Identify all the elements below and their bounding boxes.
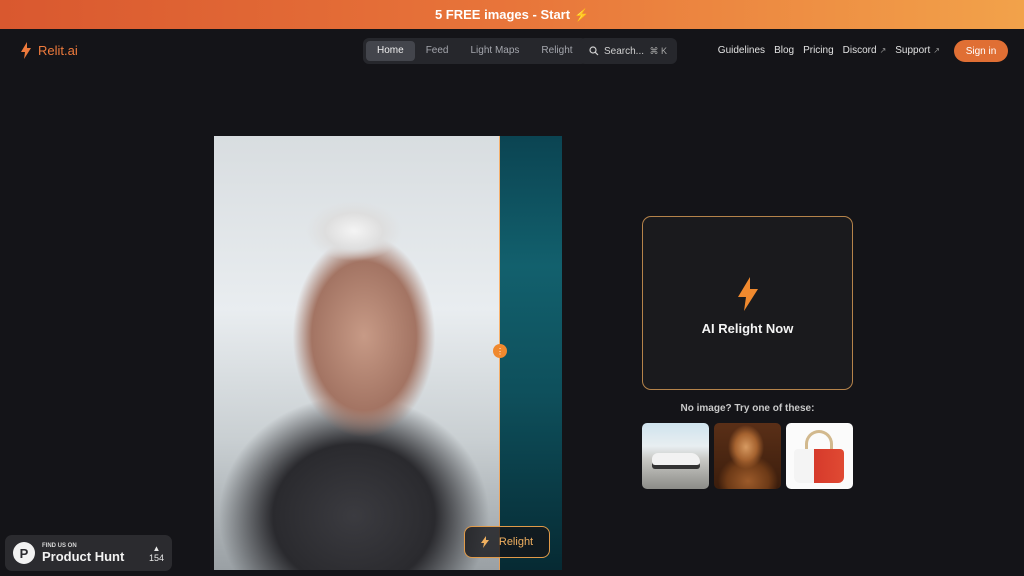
ph-big-text: Product Hunt xyxy=(42,548,125,564)
promo-text: 5 FREE images - Start xyxy=(434,7,571,22)
original-image xyxy=(214,136,500,570)
product-hunt-icon: P xyxy=(13,542,35,564)
tab-home[interactable]: Home xyxy=(366,41,415,61)
sample-handbag[interactable] xyxy=(786,423,853,489)
slider-handle[interactable]: ⋮ xyxy=(493,344,507,358)
search-icon xyxy=(589,46,599,56)
external-link-icon: ↗ xyxy=(879,46,887,55)
external-link-icon: ↗ xyxy=(933,46,940,55)
sample-images xyxy=(642,423,853,489)
logo[interactable]: Relit.ai xyxy=(20,42,78,59)
relit-image xyxy=(500,136,562,570)
bolt-icon xyxy=(480,536,489,548)
vote-number: 154 xyxy=(148,552,164,563)
samples-title: No image? Try one of these: xyxy=(680,403,815,414)
ai-relight-card[interactable]: AI Relight Now xyxy=(642,216,853,390)
search-placeholder: Search... xyxy=(604,45,645,57)
sign-in-button[interactable]: Sign in xyxy=(954,40,1008,62)
bolt-icon: ⚡ xyxy=(574,7,590,22)
link-pricing[interactable]: Pricing xyxy=(803,45,834,56)
cta-label: AI Relight Now xyxy=(701,320,794,336)
nav-links: Guidelines Blog Pricing Discord ↗ Support… xyxy=(718,45,940,56)
shortcut-key: ⌘ K xyxy=(649,45,667,56)
vote-count: ▲ 154 xyxy=(149,544,164,563)
top-nav: Relit.ai Home Feed Light Maps Relight Se… xyxy=(0,29,1024,73)
link-guidelines[interactable]: Guidelines xyxy=(718,45,765,56)
relight-label: Relight xyxy=(498,536,534,548)
bag-body xyxy=(794,449,844,483)
link-blog[interactable]: Blog xyxy=(774,45,794,56)
product-hunt-badge[interactable]: P FIND US ON Product Hunt ▲ 154 xyxy=(5,535,172,571)
sample-statue[interactable] xyxy=(714,423,781,489)
bolt-icon xyxy=(21,42,31,59)
sample-car[interactable] xyxy=(642,423,709,489)
relight-button[interactable]: Relight xyxy=(464,526,550,558)
relight-preview: ⋮ Relight xyxy=(214,136,562,570)
tab-feed[interactable]: Feed xyxy=(415,41,460,61)
search-input[interactable]: Search... ⌘ K xyxy=(579,38,677,64)
link-support[interactable]: Support ↗ xyxy=(895,45,940,56)
tab-relight[interactable]: Relight xyxy=(530,41,583,61)
link-discord[interactable]: Discord ↗ xyxy=(843,45,887,56)
upvote-icon: ▲ xyxy=(152,543,161,553)
logo-text: Relit.ai xyxy=(38,43,78,58)
bolt-icon xyxy=(737,276,758,311)
promo-banner[interactable]: 5 FREE images - Start ⚡ xyxy=(0,0,1024,29)
tab-light-maps[interactable]: Light Maps xyxy=(459,41,530,61)
nav-tabs: Home Feed Light Maps Relight xyxy=(363,38,587,64)
product-hunt-text: FIND US ON Product Hunt xyxy=(42,543,124,564)
